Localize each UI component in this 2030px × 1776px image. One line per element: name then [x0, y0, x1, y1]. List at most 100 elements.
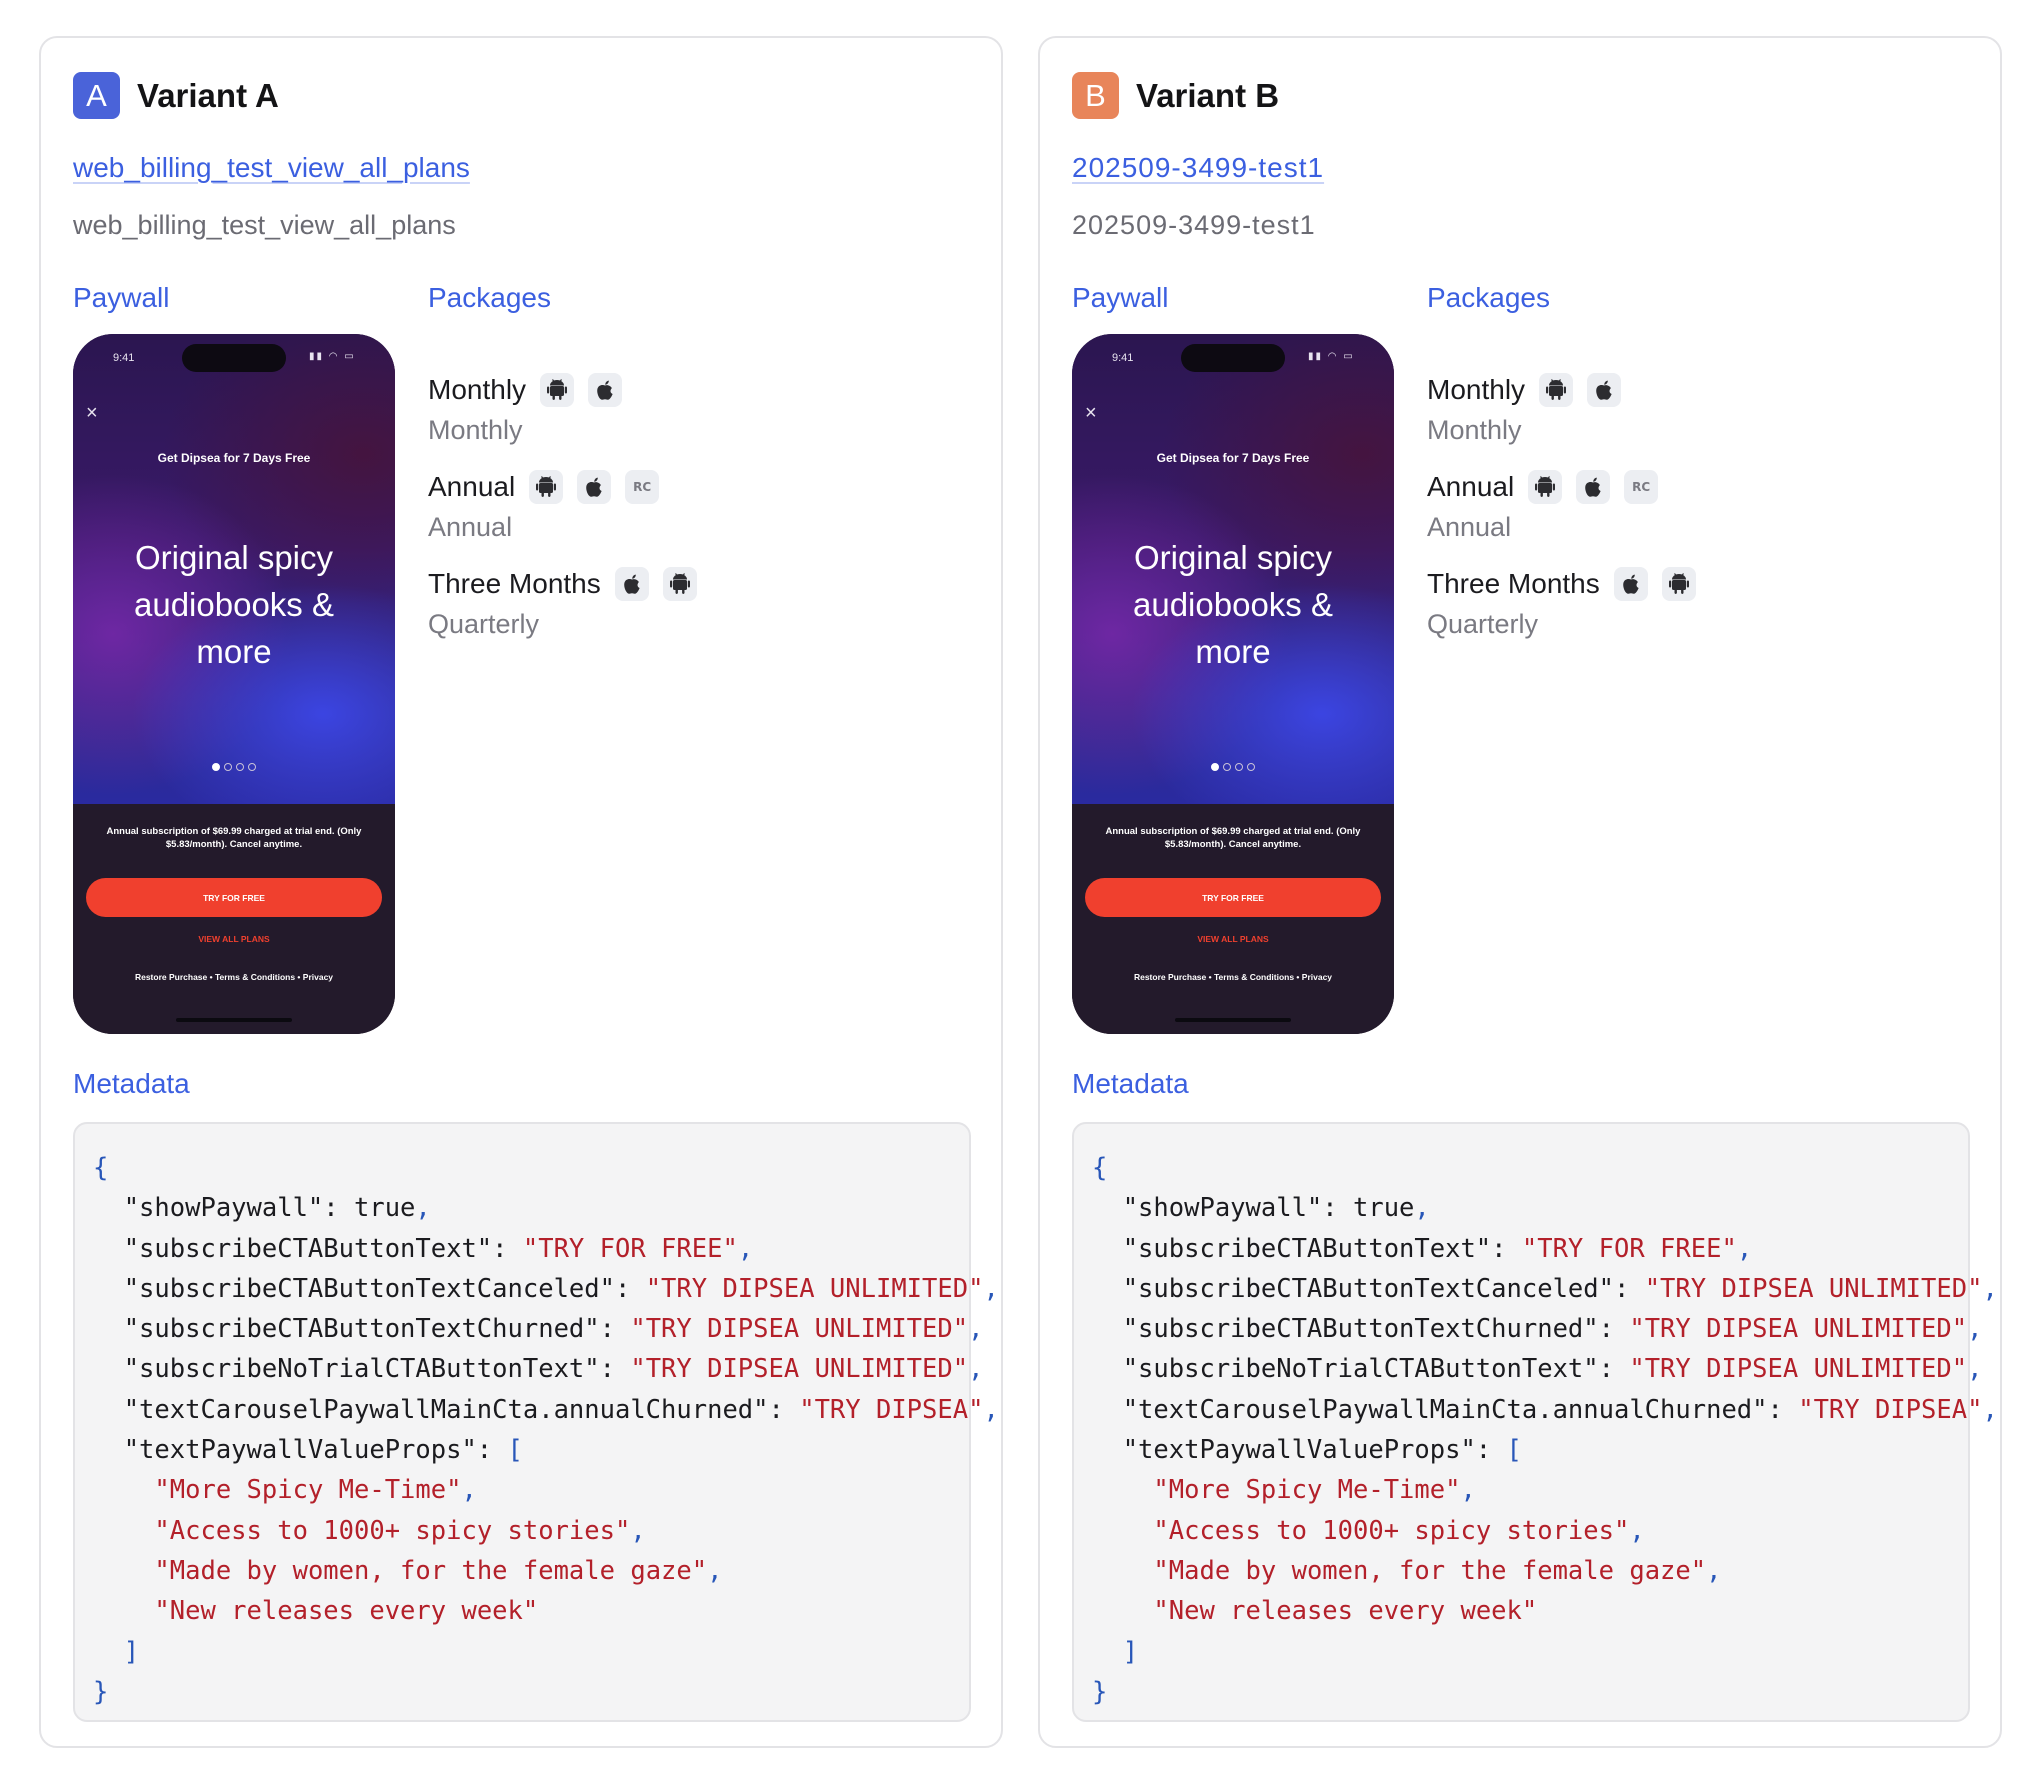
code-line: "subscribeCTAButtonTextChurned": "TRY DI… — [1092, 1314, 1983, 1345]
paywall-preview-image[interactable]: 9:41 ▮▮ ◠ ▭ × Get Dipsea for 7 Days Free Ori… — [73, 334, 395, 1034]
code-line: "subscribeNoTrialCTAButtonText": "TRY DI… — [1092, 1354, 1983, 1385]
phone-status-icons: ▮▮ ◠ ▭ — [309, 351, 356, 362]
paywall-view-all-plans: VIEW ALL PLANS — [198, 934, 270, 944]
code-line: "showPaywall": true, — [1092, 1193, 1430, 1224]
package-item: Monthly Monthly — [428, 373, 636, 446]
android-icon — [1528, 470, 1563, 504]
carousel-dots — [73, 763, 395, 771]
package-identifier: Quarterly — [428, 609, 540, 639]
paywall-view-all-plans: VIEW ALL PLANS — [1197, 934, 1269, 944]
variant-badge: A — [73, 72, 120, 119]
paywall-disclaimer: Annual subscription of $69.99 charged at… — [106, 826, 362, 850]
package-title-row: Annual RC — [1427, 470, 1672, 504]
web-billing-icon: RC — [625, 470, 660, 504]
apple-icon — [588, 373, 623, 407]
carousel-dot — [1247, 763, 1255, 771]
variant-header: A Variant A — [73, 72, 279, 119]
package-identifier: Quarterly — [1427, 609, 1539, 639]
code-line: { — [93, 1153, 109, 1183]
paywall-footer-links: Restore Purchase • Terms & Conditions • … — [1133, 972, 1333, 982]
package-name: Monthly — [428, 374, 527, 405]
close-icon: × — [1085, 402, 1097, 424]
phone-notch — [1181, 344, 1285, 372]
package-identifier: Monthly — [428, 415, 523, 445]
android-icon — [1539, 373, 1574, 407]
variant-title: Variant A — [137, 76, 279, 114]
code-line: "More Spicy Me-Time", — [154, 1475, 477, 1506]
phone-status-icons: ▮▮ ◠ ▭ — [1308, 351, 1355, 362]
package-title-row: Annual RC — [428, 470, 673, 504]
phone-home-indicator — [176, 1018, 292, 1022]
code-line: "Made by women, for the female gaze", — [154, 1555, 723, 1586]
code-line: { — [1092, 1153, 1108, 1183]
paywall-headline: Original spicy audiobooks & more — [1133, 539, 1333, 670]
package-title-row: Monthly — [1427, 373, 1635, 407]
carousel-dot — [248, 763, 256, 771]
apple-icon — [614, 567, 649, 601]
package-title-row: Monthly — [428, 373, 636, 407]
android-icon — [1661, 567, 1696, 601]
close-icon: × — [86, 402, 98, 424]
metadata-section-label: Metadata — [1072, 1068, 1189, 1099]
package-item: Three Months Quarterly — [1427, 567, 1710, 640]
package-item: Three Months Quarterly — [428, 567, 711, 640]
offering-link[interactable]: 202509-3499-test1 — [1072, 152, 1324, 184]
offering-link[interactable]: web_billing_test_view_all_plans — [73, 152, 470, 184]
carousel-dots — [1072, 763, 1394, 771]
android-icon — [529, 470, 564, 504]
paywall-cta-button: TRY FOR FREE — [1085, 878, 1381, 917]
apple-icon — [1613, 567, 1648, 601]
paywall-promo-text: Get Dipsea for 7 Days Free — [157, 451, 311, 465]
paywall-footer-links: Restore Purchase • Terms & Conditions • … — [134, 972, 334, 982]
android-icon — [662, 567, 697, 601]
variant-card: A Variant A web_billing_test_view_all_plan… — [39, 36, 1003, 1748]
packages-section-label: Packages — [428, 282, 551, 313]
code-line: ] — [1122, 1636, 1139, 1667]
metadata-section-label: Metadata — [73, 1068, 190, 1099]
carousel-dot — [1211, 763, 1219, 771]
packages-section-label: Packages — [1427, 282, 1550, 313]
paywall-preview-image[interactable]: 9:41 ▮▮ ◠ ▭ × Get Dipsea for 7 Days Free Ori… — [1072, 334, 1394, 1034]
code-line: "Access to 1000+ spicy stories", — [1153, 1515, 1645, 1546]
code-line: "subscribeCTAButtonText": "TRY FOR FREE"… — [1092, 1233, 1753, 1264]
code-line: } — [1092, 1676, 1108, 1707]
carousel-dot — [212, 763, 220, 771]
package-name: Annual — [1427, 471, 1515, 502]
metadata-json-block: { "showPaywall": true, "subscribeCTAButt… — [1072, 1122, 1998, 1722]
phone-time: 9:41 — [113, 352, 135, 364]
variant-badge: B — [1072, 72, 1119, 119]
paywall-disclaimer: Annual subscription of $69.99 charged at… — [1105, 826, 1361, 850]
package-identifier: Annual — [428, 512, 513, 542]
variant-header: B Variant B — [1072, 72, 1279, 119]
carousel-dot — [236, 763, 244, 771]
package-name: Annual — [428, 471, 516, 502]
package-title-row: Three Months — [428, 567, 711, 601]
metadata-json-block: { "showPaywall": true, "subscribeCTAButt… — [73, 1122, 999, 1722]
apple-icon — [1576, 470, 1611, 504]
phone-home-indicator — [1175, 1018, 1291, 1022]
code-line: "subscribeCTAButtonTextCanceled": "TRY D… — [1092, 1273, 1998, 1304]
package-name: Monthly — [1427, 374, 1526, 405]
package-title-row: Three Months — [1427, 567, 1710, 601]
carousel-dot — [224, 763, 232, 771]
variant-card: B Variant B 202509-3499-test1 202509-3499-t… — [1038, 36, 2002, 1748]
apple-icon — [1587, 373, 1622, 407]
paywall-section-label: Paywall — [73, 282, 170, 313]
package-identifier: Annual — [1427, 512, 1512, 542]
phone-time: 9:41 — [1112, 352, 1134, 364]
code-line: "textPaywallValueProps": [ — [93, 1435, 523, 1466]
code-line: "subscribeCTAButtonText": "TRY FOR FREE"… — [93, 1233, 754, 1264]
package-item: Annual RC Annual — [1427, 470, 1672, 543]
code-line: "Access to 1000+ spicy stories", — [154, 1515, 646, 1546]
code-line: ] — [123, 1636, 140, 1667]
package-name: Three Months — [1427, 568, 1600, 599]
code-line: "subscribeNoTrialCTAButtonText": "TRY DI… — [93, 1354, 984, 1385]
web-billing-icon: RC — [1624, 470, 1659, 504]
package-item: Annual RC Annual — [428, 470, 673, 543]
android-icon — [540, 373, 575, 407]
offering-identifier: 202509-3499-test1 — [1072, 210, 1316, 240]
code-line: "Made by women, for the female gaze", — [1153, 1555, 1722, 1586]
offering-identifier: web_billing_test_view_all_plans — [73, 210, 456, 240]
code-line: } — [93, 1676, 109, 1707]
package-item: Monthly Monthly — [1427, 373, 1635, 446]
